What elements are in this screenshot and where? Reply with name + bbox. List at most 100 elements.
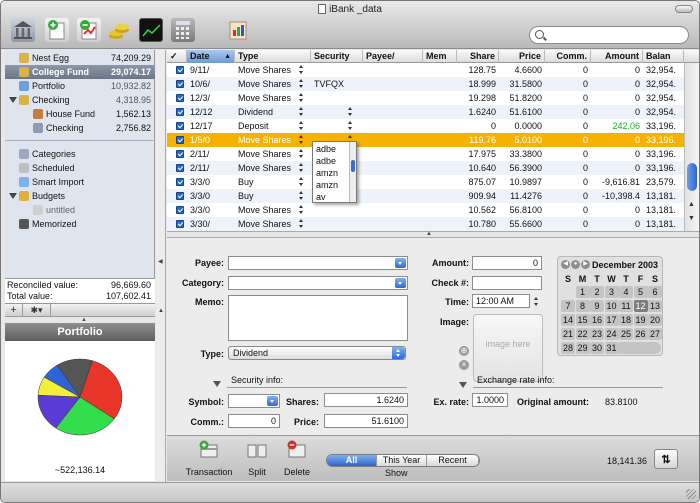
column-header-2[interactable]: Type: [235, 50, 311, 63]
price-field[interactable]: 51.6100: [324, 414, 408, 428]
sidebar-account-1[interactable]: College Fund 29,074.17: [5, 65, 155, 79]
calendar-day[interactable]: 8: [575, 300, 590, 312]
delete-button-label[interactable]: Delete: [278, 467, 316, 477]
cleared-checkbox[interactable]: [176, 136, 184, 144]
autocomplete-scrollbar[interactable]: [349, 142, 356, 202]
table-row[interactable]: 10/6/Move Shares TVFQX 18.999 31.5800 0 0 32,9…: [167, 77, 684, 91]
image-well[interactable]: image here: [473, 314, 543, 382]
transaction-button-label[interactable]: Transaction: [183, 467, 235, 477]
type-stepper-icon[interactable]: [299, 93, 304, 103]
sidebar-tool-0[interactable]: Categories: [5, 147, 155, 161]
shares-field[interactable]: 1.6240: [324, 393, 408, 407]
calendar-day[interactable]: 4: [619, 286, 633, 298]
splitter-grip-icon[interactable]: ▲: [426, 231, 432, 237]
sidebar-account-3[interactable]: Checking 4,318.95: [5, 93, 155, 107]
column-header-10[interactable]: Balan: [643, 50, 684, 63]
cleared-checkbox[interactable]: [176, 80, 184, 88]
category-field[interactable]: [228, 276, 408, 290]
calculator-icon[interactable]: [171, 18, 195, 42]
sidebar-tool-3[interactable]: Budgets: [5, 189, 155, 203]
cell-type[interactable]: Buy: [235, 175, 301, 189]
bank-icon[interactable]: [11, 18, 35, 42]
edit-account-icon[interactable]: [77, 18, 101, 42]
time-field[interactable]: 12:00 AM: [472, 294, 530, 308]
calendar-day[interactable]: 20: [648, 314, 662, 326]
resize-grip-icon[interactable]: [686, 489, 696, 499]
memo-field[interactable]: [228, 295, 408, 341]
scroll-up-icon[interactable]: ▲: [688, 201, 695, 208]
table-row[interactable]: 12/12 Dividend 1.6240 51.6100 0 0 32,954.: [167, 105, 684, 119]
calendar-day[interactable]: 9: [590, 300, 604, 312]
register-splitter[interactable]: ▲: [167, 231, 699, 238]
column-header-3[interactable]: Security: [311, 50, 363, 63]
calendar-day[interactable]: 10: [604, 300, 619, 312]
calendar-day[interactable]: 31: [604, 342, 619, 354]
cell-type[interactable]: Move Shares: [235, 63, 301, 77]
calendar-day[interactable]: 15: [575, 314, 590, 326]
column-header-7[interactable]: Price: [499, 50, 545, 63]
calendar-day[interactable]: 14: [561, 314, 575, 326]
collapse-up-icon[interactable]: ▲: [158, 308, 164, 314]
security-stepper-icon[interactable]: [348, 107, 353, 117]
cleared-checkbox[interactable]: [176, 66, 184, 74]
table-row[interactable]: 3/3/0 Buy 909.94 11.4276 0 -10,398.4 13,181.: [167, 189, 684, 203]
security-autocomplete[interactable]: adbe adbe amzn amzn av: [312, 141, 357, 203]
type-stepper-icon[interactable]: [299, 149, 304, 159]
comm-field[interactable]: 0: [228, 414, 280, 428]
column-header-1[interactable]: Date ▲: [187, 50, 235, 63]
cell-security[interactable]: [311, 203, 363, 217]
sidebar-tool-2[interactable]: Smart Import: [5, 175, 155, 189]
table-row[interactable]: 2/11/Move Shares 10.640 56.3900 0 0 33,196.: [167, 161, 684, 175]
security-stepper-icon[interactable]: [348, 121, 353, 131]
calendar-day[interactable]: 28: [561, 342, 575, 354]
calendar-day[interactable]: 25: [619, 328, 633, 340]
payee-field[interactable]: [228, 256, 408, 270]
delete-icon[interactable]: [286, 440, 308, 462]
cell-type[interactable]: Move Shares: [235, 161, 301, 175]
disclosure-open-icon[interactable]: [9, 97, 17, 103]
cleared-checkbox[interactable]: [176, 164, 184, 172]
type-stepper-icon[interactable]: [299, 79, 304, 89]
column-header-4[interactable]: Payee/: [363, 50, 423, 63]
calendar-day[interactable]: 22: [575, 328, 590, 340]
autocomplete-item[interactable]: amzn: [316, 179, 338, 191]
split-icon[interactable]: [246, 440, 268, 462]
cell-security[interactable]: [311, 91, 363, 105]
category-combo-icon[interactable]: [395, 278, 406, 288]
type-stepper-icon[interactable]: [299, 177, 304, 187]
sidebar-tool-4[interactable]: untitled: [5, 203, 155, 217]
type-stepper-icon[interactable]: [299, 121, 304, 131]
autocomplete-item[interactable]: adbe: [316, 143, 336, 155]
coins-icon[interactable]: [107, 18, 131, 42]
calendar-day[interactable]: 12: [633, 300, 648, 312]
cell-security[interactable]: TVFQX: [311, 77, 363, 91]
split-button-label[interactable]: Split: [238, 467, 276, 477]
security-info-disclosure-icon[interactable]: [213, 381, 221, 387]
type-stepper-icon[interactable]: [299, 163, 304, 173]
cell-security[interactable]: [311, 119, 363, 133]
autocomplete-scroll-thumb[interactable]: [351, 160, 355, 172]
calendar-day[interactable]: 30: [590, 342, 604, 354]
scroll-thumb[interactable]: [687, 163, 697, 191]
sidebar-account-2[interactable]: Portfolio 10,932.82: [5, 79, 155, 93]
cell-type[interactable]: Move Shares: [235, 133, 301, 147]
table-row[interactable]: 12/17 Deposit 0 0.0000 0 242.06 33,196.: [167, 119, 684, 133]
quote-monitor-icon[interactable]: [139, 18, 163, 42]
calendar-day[interactable]: 23: [590, 328, 604, 340]
search-field[interactable]: [529, 26, 689, 44]
table-row[interactable]: 12/3/Move Shares 19.298 51.8200 0 0 32,954.: [167, 91, 684, 105]
new-transaction-icon[interactable]: [198, 440, 220, 462]
sidebar-splitter[interactable]: ◀ ▲: [156, 50, 166, 482]
show-segment-2[interactable]: Recent: [427, 455, 479, 466]
calendar-day[interactable]: 26: [633, 328, 648, 340]
calendar-day[interactable]: 17: [604, 314, 619, 326]
calendar-day[interactable]: 11: [619, 300, 633, 312]
sidebar-account-5[interactable]: Checking 2,756.82: [5, 121, 155, 135]
cell-security[interactable]: [311, 105, 363, 119]
calendar-day[interactable]: 7: [561, 300, 575, 312]
sidebar-account-0[interactable]: Nest Egg 74,209.29: [5, 51, 155, 65]
calendar-day[interactable]: 21: [561, 328, 575, 340]
table-row[interactable]: 2/11/Move Shares 17.975 33.3800 0 0 33,196.: [167, 147, 684, 161]
cleared-checkbox[interactable]: [176, 122, 184, 130]
report-icon[interactable]: [226, 18, 250, 42]
